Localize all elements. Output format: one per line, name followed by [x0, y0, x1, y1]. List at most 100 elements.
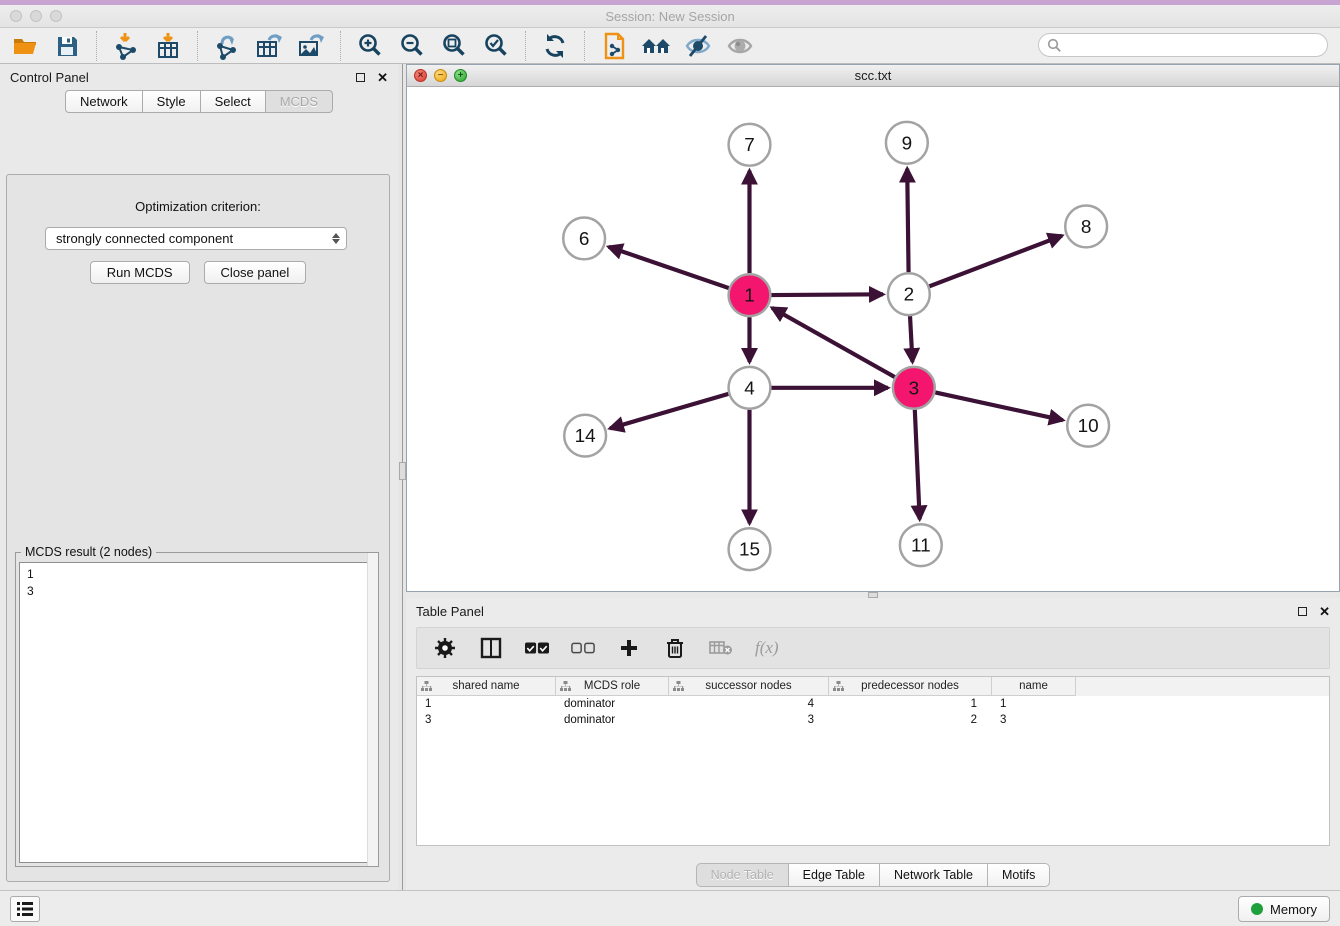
- home-icon[interactable]: [641, 32, 671, 60]
- graph-node-label: 8: [1081, 217, 1092, 238]
- table-toolbar: f(x): [416, 627, 1330, 669]
- table-row[interactable]: 1dominator411: [417, 696, 1329, 712]
- graph-node-label: 3: [909, 378, 920, 399]
- network-canvas[interactable]: 7968124314101511: [407, 87, 1339, 591]
- create-column-icon[interactable]: [617, 636, 641, 660]
- export-network-icon[interactable]: [212, 32, 242, 60]
- table-panel-title: Table Panel: [416, 604, 1298, 619]
- memory-button[interactable]: Memory: [1238, 896, 1330, 922]
- graph-edge-2-8[interactable]: [929, 236, 1062, 287]
- mcds-panel: Optimization criterion: strongly connect…: [6, 174, 390, 882]
- open-session-icon[interactable]: [10, 32, 40, 60]
- main-titlebar: Session: New Session: [0, 5, 1340, 28]
- table-cell[interactable]: 4: [669, 698, 829, 710]
- table-cell[interactable]: 2: [829, 714, 992, 726]
- delete-columns-icon[interactable]: [663, 636, 687, 660]
- tab-motifs[interactable]: Motifs: [987, 863, 1050, 887]
- zoom-out-icon[interactable]: [397, 32, 427, 60]
- close-panel-icon[interactable]: ✕: [377, 71, 388, 84]
- tab-node-table[interactable]: Node Table: [696, 863, 789, 887]
- column-header-successor-nodes[interactable]: successor nodes: [669, 677, 829, 696]
- graph-edge-3-1[interactable]: [772, 308, 895, 377]
- mcds-result-list[interactable]: 1 3: [19, 562, 375, 863]
- import-table-icon[interactable]: [153, 32, 183, 60]
- network-graph[interactable]: 7968124314101511: [407, 87, 1339, 591]
- graph-edge-4-14[interactable]: [610, 394, 728, 428]
- table-settings-icon[interactable]: [433, 636, 457, 660]
- graph-edge-3-11[interactable]: [915, 410, 920, 520]
- apply-preferred-layout-icon[interactable]: [540, 32, 570, 60]
- table-header-row[interactable]: shared nameMCDS rolesuccessor nodesprede…: [417, 677, 1329, 696]
- graph-node-label: 10: [1078, 416, 1099, 437]
- import-network-icon[interactable]: [111, 32, 141, 60]
- node-table[interactable]: shared nameMCDS rolesuccessor nodesprede…: [416, 676, 1330, 846]
- column-header-shared-name[interactable]: shared name: [417, 677, 556, 696]
- export-image-icon[interactable]: [296, 32, 326, 60]
- column-header-predecessor-nodes[interactable]: predecessor nodes: [829, 677, 992, 696]
- graph-edge-2-3[interactable]: [910, 316, 912, 362]
- column-header-MCDS-role[interactable]: MCDS role: [556, 677, 669, 696]
- table-cell[interactable]: 1: [992, 698, 1076, 710]
- graph-node-label: 14: [575, 426, 596, 447]
- table-cell[interactable]: dominator: [556, 714, 669, 726]
- hide-graphics-details-icon[interactable]: [683, 32, 713, 60]
- table-row[interactable]: 3dominator323: [417, 712, 1329, 728]
- vertical-splitter[interactable]: [398, 64, 406, 890]
- run-mcds-button[interactable]: Run MCDS: [90, 261, 190, 284]
- network-window-titlebar[interactable]: × − + scc.txt: [407, 65, 1339, 87]
- float-table-panel-icon[interactable]: [1298, 607, 1307, 616]
- new-network-from-selection-icon[interactable]: [599, 32, 629, 60]
- table-cell[interactable]: 3: [417, 714, 556, 726]
- column-header-name[interactable]: name: [992, 677, 1076, 696]
- birds-eye-view-icon[interactable]: [725, 32, 755, 60]
- tab-edge-table[interactable]: Edge Table: [788, 863, 880, 887]
- save-session-icon[interactable]: [52, 32, 82, 60]
- tab-network[interactable]: Network: [65, 90, 143, 113]
- zoom-selected-icon[interactable]: [481, 32, 511, 60]
- table-panel: Table Panel ✕ f(x) shared nameMCDS roles…: [406, 598, 1340, 890]
- table-cell[interactable]: 1: [417, 698, 556, 710]
- dropdown-value: strongly connected component: [56, 231, 233, 246]
- graph-edge-1-6[interactable]: [609, 247, 729, 288]
- splitter-grip[interactable]: [399, 462, 406, 480]
- table-cell[interactable]: 3: [992, 714, 1076, 726]
- deselect-all-rows-icon[interactable]: [571, 636, 595, 660]
- graph-node-label: 6: [579, 229, 590, 250]
- tab-mcds[interactable]: MCDS: [265, 90, 333, 113]
- table-body: 1dominator4113dominator323: [417, 696, 1329, 728]
- graph-node-label: 7: [744, 135, 755, 156]
- delete-table-icon: [709, 636, 733, 660]
- optimization-criterion-select[interactable]: strongly connected component: [45, 227, 347, 250]
- zoom-in-icon[interactable]: [355, 32, 385, 60]
- list-icon: [17, 902, 33, 916]
- export-table-icon[interactable]: [254, 32, 284, 60]
- status-bar: Memory: [0, 890, 1340, 926]
- result-scrollbar[interactable]: [367, 553, 378, 866]
- tab-network-table[interactable]: Network Table: [879, 863, 988, 887]
- graph-edge-1-2[interactable]: [771, 294, 883, 295]
- table-cell[interactable]: 3: [669, 714, 829, 726]
- function-builder-icon: f(x): [755, 638, 779, 658]
- toolbar-separator: [96, 31, 97, 61]
- tab-style[interactable]: Style: [142, 90, 201, 113]
- control-panel-title: Control Panel: [10, 70, 356, 85]
- network-view-title: scc.txt: [407, 68, 1339, 83]
- select-all-rows-icon[interactable]: [525, 636, 549, 660]
- graph-edge-3-10[interactable]: [935, 392, 1063, 420]
- zoom-fit-icon[interactable]: [439, 32, 469, 60]
- show-panels-button[interactable]: [10, 896, 40, 922]
- float-panel-icon[interactable]: [356, 73, 365, 82]
- tab-select[interactable]: Select: [200, 90, 266, 113]
- graph-edge-2-9[interactable]: [907, 169, 908, 273]
- show-column-panel-icon[interactable]: [479, 636, 503, 660]
- close-table-panel-icon[interactable]: ✕: [1319, 605, 1330, 618]
- search-field[interactable]: [1067, 36, 1327, 54]
- mcds-result-group: MCDS result (2 nodes) 1 3: [15, 552, 379, 867]
- table-cell[interactable]: dominator: [556, 698, 669, 710]
- search-input[interactable]: [1038, 33, 1328, 57]
- graph-node-label: 4: [744, 378, 755, 399]
- close-panel-button[interactable]: Close panel: [204, 261, 307, 284]
- table-cell[interactable]: 1: [829, 698, 992, 710]
- column-type-icon: [673, 681, 684, 692]
- graph-node-label: 11: [911, 536, 931, 557]
